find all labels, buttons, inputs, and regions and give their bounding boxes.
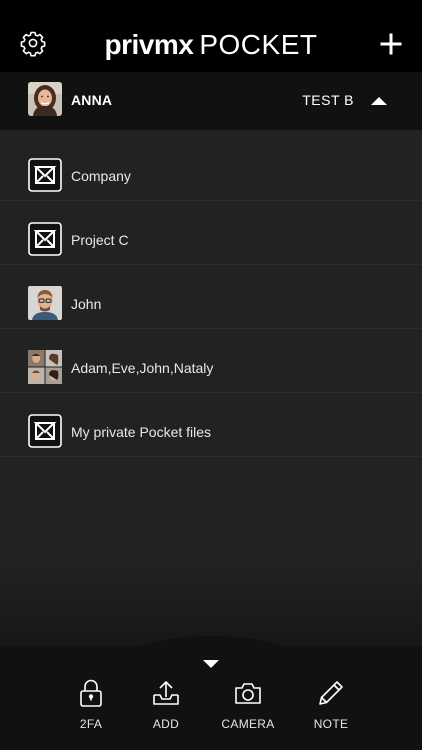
upload-icon — [153, 681, 179, 705]
logo-brand: privmx — [104, 29, 194, 60]
action-label: ADD — [152, 717, 180, 731]
list-item-label: Project C — [71, 232, 129, 248]
list-item-label: Adam,Eve,John,Nataly — [71, 360, 214, 376]
group-avatar — [28, 350, 62, 384]
section-logo-icon — [28, 158, 62, 192]
2fa-button[interactable]: 2FA — [51, 678, 131, 738]
list-item[interactable]: John — [0, 265, 422, 329]
action-label: CAMERA — [221, 717, 275, 731]
triangle-down-icon — [203, 660, 219, 668]
lock-icon — [80, 679, 102, 707]
camera-button[interactable]: CAMERA — [208, 678, 288, 738]
list-item[interactable]: Adam,Eve,John,Nataly — [0, 329, 422, 393]
action-label: NOTE — [313, 717, 349, 731]
app-header: privmx POCKET — [0, 0, 422, 72]
account-name: ANNA — [71, 92, 113, 108]
note-button[interactable]: NOTE — [291, 678, 371, 738]
triangle-up-icon — [371, 97, 387, 105]
logo-product: POCKET — [199, 29, 318, 60]
section-logo-icon — [28, 222, 62, 256]
camera-icon — [235, 683, 261, 704]
user-avatar — [28, 82, 62, 116]
list-item[interactable]: Company — [0, 137, 422, 201]
plus-icon — [380, 33, 402, 55]
server-name: TEST B — [302, 92, 354, 108]
account-bar[interactable]: ANNA TEST B — [0, 72, 422, 130]
list-item-label: John — [71, 296, 102, 312]
pencil-icon — [319, 681, 343, 705]
list-fade — [0, 560, 422, 646]
action-label: 2FA — [79, 717, 103, 731]
app-logo: privmx POCKET — [0, 28, 422, 62]
list-item[interactable]: Project C — [0, 201, 422, 265]
add-section-button[interactable] — [376, 28, 406, 60]
add-button[interactable]: ADD — [126, 678, 206, 738]
list-item-label: Company — [71, 168, 131, 184]
user-avatar — [28, 286, 62, 320]
list-item[interactable]: My private Pocket files — [0, 393, 422, 457]
collapse-actions-button[interactable] — [201, 657, 221, 669]
list-item-label: My private Pocket files — [71, 424, 212, 440]
section-logo-icon — [28, 414, 62, 448]
account-switch-toggle[interactable] — [370, 94, 388, 106]
